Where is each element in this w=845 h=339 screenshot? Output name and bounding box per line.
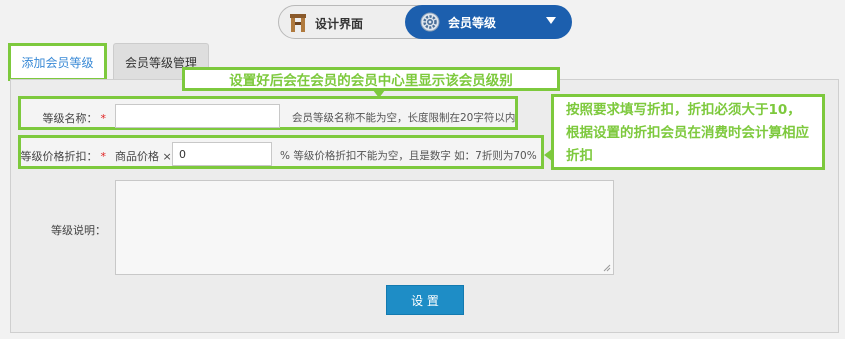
- level-discount-input[interactable]: [172, 142, 272, 166]
- level-description-textarea[interactable]: [115, 180, 614, 275]
- level-name-label: 等级名称： *: [42, 112, 107, 125]
- nav-design-interface[interactable]: 设计界面: [287, 10, 363, 36]
- nav-member-label: 会员等级: [448, 15, 497, 30]
- callout-pointer: [373, 90, 385, 98]
- nav-design-label: 设计界面: [315, 16, 364, 31]
- nav-member-level[interactable]: 会员等级: [405, 5, 572, 39]
- level-name-input[interactable]: [115, 104, 280, 128]
- gear-icon: [420, 12, 440, 32]
- required-mark: *: [100, 112, 107, 125]
- callout-display-tip-text: 设置好后会在会员的会员中心里显示该会员级别: [229, 73, 513, 89]
- level-description-label: 等级说明：: [51, 224, 106, 237]
- callout-discount-tip: 按照要求填写折扣，折扣必须大于10，根据设置的折扣会员在消费时会计算相应折扣: [544, 94, 825, 170]
- level-name-hint: 会员等级名称不能为空，长度限制在20字符以内: [292, 112, 516, 124]
- resize-grip-icon[interactable]: [603, 264, 611, 272]
- level-discount-label: 等级价格折扣： *: [20, 150, 107, 163]
- level-discount-hint: % 等级价格折扣不能为空，且是数字 如：7折则为70%: [280, 150, 537, 162]
- submit-button[interactable]: 设 置: [386, 285, 464, 315]
- design-tools-icon: [290, 14, 306, 32]
- callout-display-tip: 设置好后会在会员的会员中心里显示该会员级别: [182, 67, 560, 98]
- callout-pointer: [544, 149, 552, 161]
- price-multiplier-prefix: 商品价格 ×: [115, 150, 172, 163]
- tab-add-member-level[interactable]: 添加会员等级: [8, 43, 107, 81]
- top-nav: 设计界面 会员等级: [278, 5, 572, 39]
- callout-discount-tip-text: 按照要求填写折扣，折扣必须大于10，根据设置的折扣会员在消费时会计算相应折扣: [566, 102, 809, 164]
- required-mark: *: [100, 150, 107, 163]
- chevron-down-icon[interactable]: [546, 17, 556, 24]
